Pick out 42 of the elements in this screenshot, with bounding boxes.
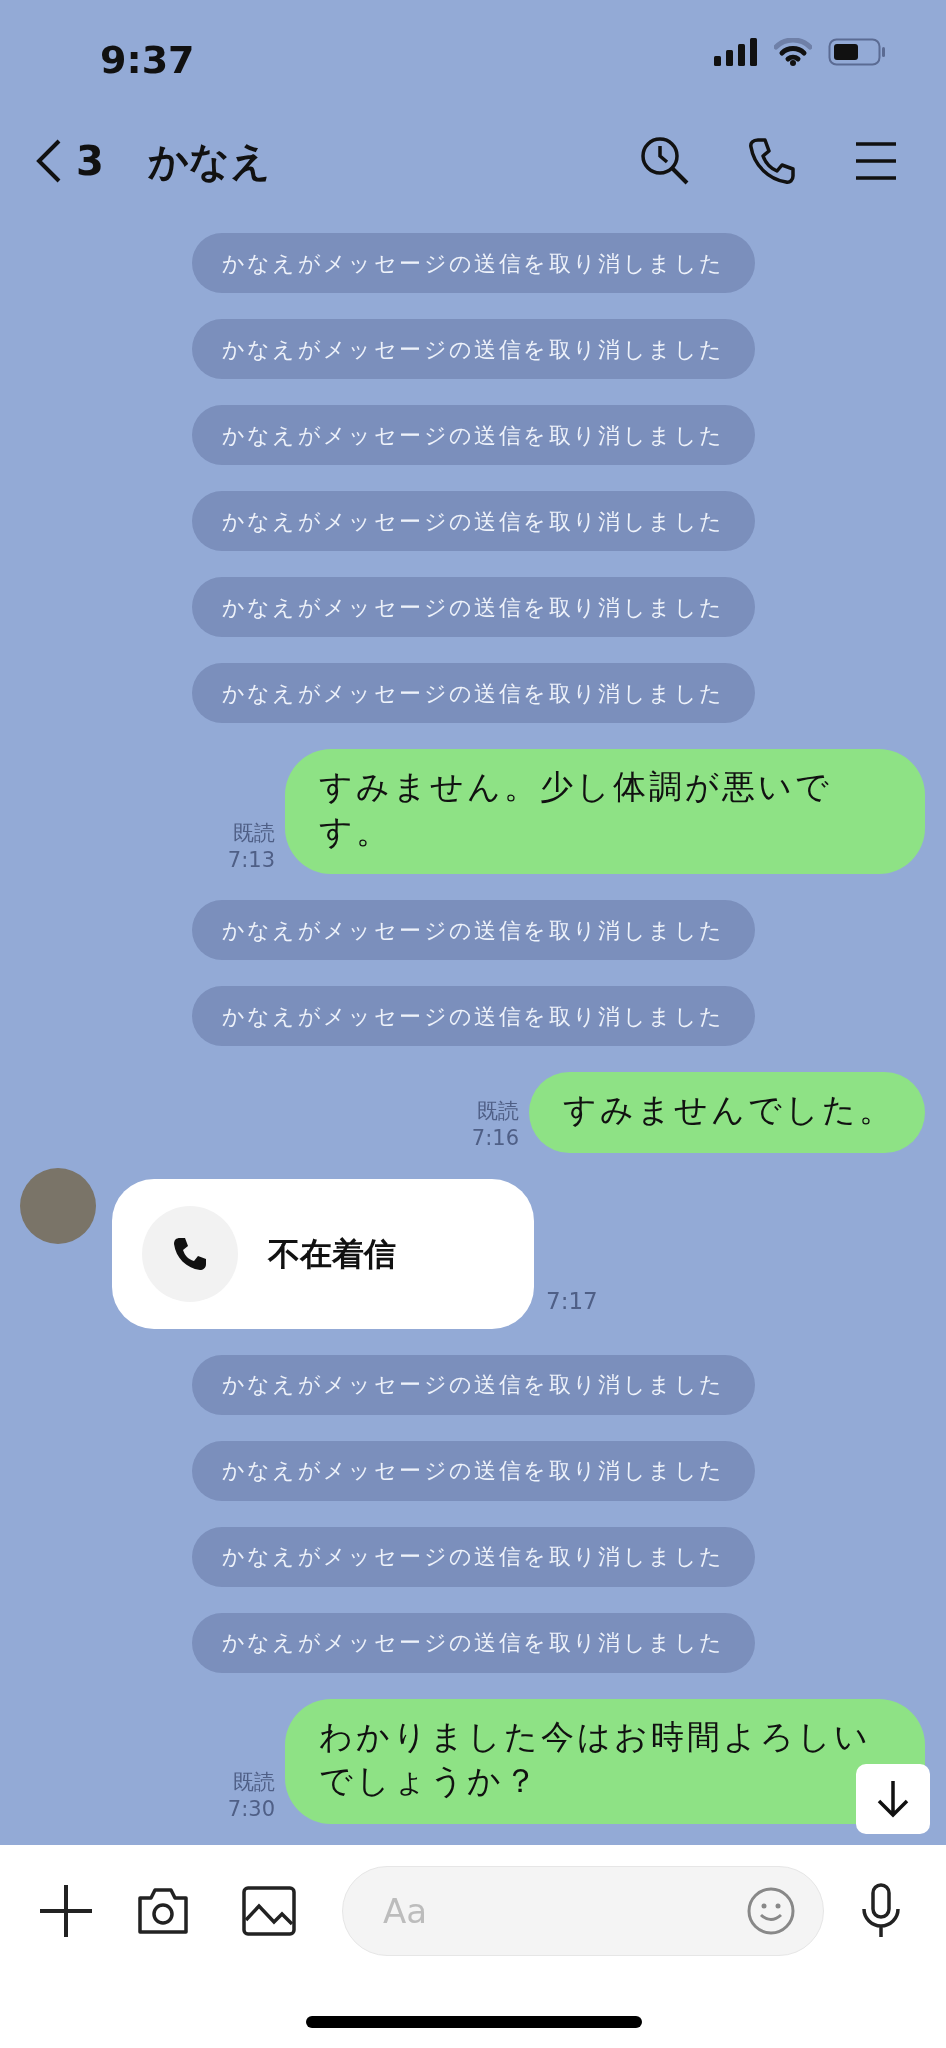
- camera-icon[interactable]: [136, 1886, 190, 1936]
- arrow-down-icon: [875, 1779, 911, 1819]
- status-time: 9:37: [100, 37, 195, 84]
- image-icon[interactable]: [242, 1886, 296, 1936]
- wifi-icon: [774, 38, 812, 66]
- system-notice: かなえがメッセージの送信を取り消しました: [191, 986, 755, 1047]
- missed-call-bubble[interactable]: 不在着信: [112, 1178, 534, 1329]
- emoji-icon[interactable]: [746, 1886, 796, 1936]
- system-notice: かなえがメッセージの送信を取り消しました: [191, 405, 755, 465]
- battery-icon: [828, 38, 886, 66]
- message-time: 7:13: [227, 846, 275, 874]
- system-notice: かなえがメッセージの送信を取り消しました: [191, 319, 755, 379]
- back-button[interactable]: 3: [36, 131, 104, 191]
- system-notice: かなえがメッセージの送信を取り消しました: [191, 900, 755, 961]
- read-receipt: 既読: [476, 1098, 519, 1126]
- message-time: 7:17: [546, 1287, 598, 1317]
- signal-icon: [714, 38, 758, 66]
- sent-message: すみませんでした。: [529, 1072, 925, 1153]
- system-notice: かなえがメッセージの送信を取り消しました: [191, 491, 755, 551]
- system-notice: かなえがメッセージの送信を取り消しました: [191, 1440, 755, 1501]
- message-time: 7:16: [471, 1125, 519, 1153]
- sent-message: すみません。少し体調が悪いです。: [285, 749, 925, 875]
- phone-icon[interactable]: [748, 137, 796, 185]
- chat-title: かなえ: [147, 137, 271, 186]
- system-notice: かなえがメッセージの送信を取り消しました: [191, 1612, 755, 1673]
- system-notice: かなえがメッセージの送信を取り消しました: [191, 1526, 755, 1587]
- sent-message: わかりました今はお時間よろしいでしょうか？: [285, 1698, 925, 1824]
- menu-icon[interactable]: [854, 141, 898, 181]
- system-notice: かなえがメッセージの送信を取り消しました: [191, 663, 755, 723]
- plus-icon[interactable]: [39, 1884, 93, 1938]
- read-receipt: 既読: [232, 819, 275, 847]
- system-notice: かなえがメッセージの送信を取り消しました: [191, 1354, 755, 1415]
- microphone-icon[interactable]: [859, 1883, 903, 1939]
- missed-call-label: 不在着信: [268, 1233, 396, 1275]
- read-receipt: 既読: [232, 1769, 275, 1797]
- message-input-field[interactable]: Aa: [342, 1866, 824, 1956]
- scroll-down-button[interactable]: [856, 1764, 930, 1834]
- search-icon[interactable]: [640, 136, 690, 186]
- system-notice: かなえがメッセージの送信を取り消しました: [191, 577, 755, 637]
- chevron-icon: [36, 139, 62, 183]
- system-notice: かなえがメッセージの送信を取り消しました: [191, 233, 755, 293]
- message-time: 7:30: [227, 1796, 275, 1824]
